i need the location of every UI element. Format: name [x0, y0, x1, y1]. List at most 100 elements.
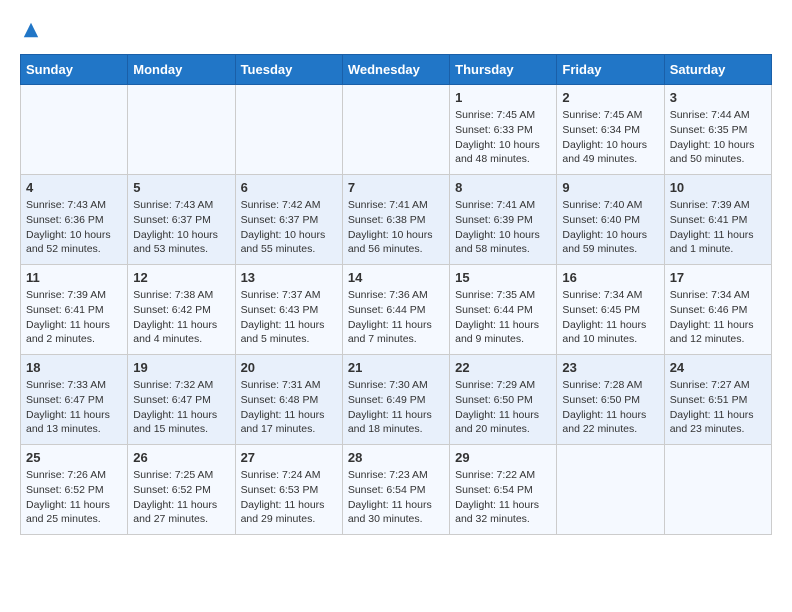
calendar-cell: 22Sunrise: 7:29 AMSunset: 6:50 PMDayligh… — [450, 355, 557, 445]
day-number: 6 — [241, 180, 337, 195]
header-wednesday: Wednesday — [342, 55, 449, 85]
calendar-cell: 16Sunrise: 7:34 AMSunset: 6:45 PMDayligh… — [557, 265, 664, 355]
day-number: 28 — [348, 450, 444, 465]
day-info: Sunrise: 7:34 AMSunset: 6:46 PMDaylight:… — [670, 288, 766, 347]
calendar-cell: 2 Sunrise: 7:45 AMSunset: 6:34 PMDaylight… — [557, 85, 664, 175]
calendar-cell: 8 Sunrise: 7:41 AMSunset: 6:39 PMDaylight… — [450, 175, 557, 265]
day-number: 5 — [133, 180, 229, 195]
page-header — [20, 20, 772, 44]
day-number: 15 — [455, 270, 551, 285]
day-info: Sunrise: 7:25 AMSunset: 6:52 PMDaylight:… — [133, 468, 229, 527]
day-number: 24 — [670, 360, 766, 375]
day-number: 3 — [670, 90, 766, 105]
day-info: Sunrise: 7:24 AMSunset: 6:53 PMDaylight:… — [241, 468, 337, 527]
calendar-cell: 9 Sunrise: 7:40 AMSunset: 6:40 PMDaylight… — [557, 175, 664, 265]
calendar-header: SundayMondayTuesdayWednesdayThursdayFrid… — [21, 55, 772, 85]
calendar-cell: 13 Sunrise: 7:37 AMSunset: 6:43 PMDayligh… — [235, 265, 342, 355]
day-info: Sunrise: 7:28 AMSunset: 6:50 PMDaylight:… — [562, 378, 658, 437]
calendar-cell: 24 Sunrise: 7:27 AMSunset: 6:51 PMDayligh… — [664, 355, 771, 445]
calendar-week-5: 25Sunrise: 7:26 AMSunset: 6:52 PMDayligh… — [21, 445, 772, 535]
header-thursday: Thursday — [450, 55, 557, 85]
day-info: Sunrise: 7:39 AMSunset: 6:41 PMDaylight:… — [26, 288, 122, 347]
day-info: Sunrise: 7:27 AMSunset: 6:51 PMDaylight:… — [670, 378, 766, 437]
calendar-cell: 25Sunrise: 7:26 AMSunset: 6:52 PMDayligh… — [21, 445, 128, 535]
day-info: Sunrise: 7:40 AMSunset: 6:40 PMDaylight:… — [562, 198, 658, 257]
day-number: 12 — [133, 270, 229, 285]
calendar-cell: 23 Sunrise: 7:28 AMSunset: 6:50 PMDayligh… — [557, 355, 664, 445]
day-number: 20 — [241, 360, 337, 375]
day-number: 1 — [455, 90, 551, 105]
calendar-table: SundayMondayTuesdayWednesdayThursdayFrid… — [20, 54, 772, 535]
calendar-cell — [557, 445, 664, 535]
day-number: 18 — [26, 360, 122, 375]
day-number: 25 — [26, 450, 122, 465]
day-number: 14 — [348, 270, 444, 285]
day-number: 4 — [26, 180, 122, 195]
day-info: Sunrise: 7:43 AMSunset: 6:36 PMDaylight:… — [26, 198, 122, 257]
day-number: 10 — [670, 180, 766, 195]
calendar-cell: 6 Sunrise: 7:42 AMSunset: 6:37 PMDaylight… — [235, 175, 342, 265]
header-tuesday: Tuesday — [235, 55, 342, 85]
day-number: 8 — [455, 180, 551, 195]
calendar-cell: 19 Sunrise: 7:32 AMSunset: 6:47 PMDayligh… — [128, 355, 235, 445]
calendar-cell: 20 Sunrise: 7:31 AMSunset: 6:48 PMDayligh… — [235, 355, 342, 445]
calendar-cell — [128, 85, 235, 175]
day-info: Sunrise: 7:31 AMSunset: 6:48 PMDaylight:… — [241, 378, 337, 437]
day-info: Sunrise: 7:39 AMSunset: 6:41 PMDaylight:… — [670, 198, 766, 257]
calendar-cell — [342, 85, 449, 175]
calendar-cell: 28 Sunrise: 7:23 AMSunset: 6:54 PMDayligh… — [342, 445, 449, 535]
day-number: 7 — [348, 180, 444, 195]
calendar-cell: 26 Sunrise: 7:25 AMSunset: 6:52 PMDayligh… — [128, 445, 235, 535]
calendar-cell: 27 Sunrise: 7:24 AMSunset: 6:53 PMDayligh… — [235, 445, 342, 535]
calendar-week-1: 1 Sunrise: 7:45 AMSunset: 6:33 PMDaylight… — [21, 85, 772, 175]
day-info: Sunrise: 7:30 AMSunset: 6:49 PMDaylight:… — [348, 378, 444, 437]
day-number: 19 — [133, 360, 229, 375]
day-info: Sunrise: 7:45 AMSunset: 6:34 PMDaylight:… — [562, 108, 658, 167]
day-info: Sunrise: 7:42 AMSunset: 6:37 PMDaylight:… — [241, 198, 337, 257]
header-row: SundayMondayTuesdayWednesdayThursdayFrid… — [21, 55, 772, 85]
day-info: Sunrise: 7:44 AMSunset: 6:35 PMDaylight:… — [670, 108, 766, 167]
day-number: 26 — [133, 450, 229, 465]
day-info: Sunrise: 7:22 AMSunset: 6:54 PMDaylight:… — [455, 468, 551, 527]
calendar-cell: 18 Sunrise: 7:33 AMSunset: 6:47 PMDayligh… — [21, 355, 128, 445]
day-info: Sunrise: 7:37 AMSunset: 6:43 PMDaylight:… — [241, 288, 337, 347]
day-number: 17 — [670, 270, 766, 285]
day-info: Sunrise: 7:34 AMSunset: 6:45 PMDaylight:… — [562, 288, 658, 347]
header-saturday: Saturday — [664, 55, 771, 85]
calendar-cell: 15 Sunrise: 7:35 AMSunset: 6:44 PMDayligh… — [450, 265, 557, 355]
day-info: Sunrise: 7:32 AMSunset: 6:47 PMDaylight:… — [133, 378, 229, 437]
calendar-week-2: 4 Sunrise: 7:43 AMSunset: 6:36 PMDaylight… — [21, 175, 772, 265]
calendar-cell: 1 Sunrise: 7:45 AMSunset: 6:33 PMDaylight… — [450, 85, 557, 175]
day-info: Sunrise: 7:33 AMSunset: 6:47 PMDaylight:… — [26, 378, 122, 437]
calendar-cell: 21 Sunrise: 7:30 AMSunset: 6:49 PMDayligh… — [342, 355, 449, 445]
calendar-cell: 7 Sunrise: 7:41 AMSunset: 6:38 PMDaylight… — [342, 175, 449, 265]
logo — [20, 20, 40, 44]
day-info: Sunrise: 7:29 AMSunset: 6:50 PMDaylight:… — [455, 378, 551, 437]
day-number: 9 — [562, 180, 658, 195]
calendar-cell: 12Sunrise: 7:38 AMSunset: 6:42 PMDayligh… — [128, 265, 235, 355]
day-number: 21 — [348, 360, 444, 375]
day-number: 27 — [241, 450, 337, 465]
logo-icon — [22, 21, 40, 39]
day-number: 11 — [26, 270, 122, 285]
day-info: Sunrise: 7:23 AMSunset: 6:54 PMDaylight:… — [348, 468, 444, 527]
day-number: 23 — [562, 360, 658, 375]
day-number: 13 — [241, 270, 337, 285]
header-sunday: Sunday — [21, 55, 128, 85]
day-info: Sunrise: 7:41 AMSunset: 6:38 PMDaylight:… — [348, 198, 444, 257]
calendar-cell: 4 Sunrise: 7:43 AMSunset: 6:36 PMDaylight… — [21, 175, 128, 265]
day-info: Sunrise: 7:45 AMSunset: 6:33 PMDaylight:… — [455, 108, 551, 167]
day-info: Sunrise: 7:35 AMSunset: 6:44 PMDaylight:… — [455, 288, 551, 347]
calendar-cell: 29Sunrise: 7:22 AMSunset: 6:54 PMDayligh… — [450, 445, 557, 535]
calendar-cell: 11 Sunrise: 7:39 AMSunset: 6:41 PMDayligh… — [21, 265, 128, 355]
calendar-body: 1 Sunrise: 7:45 AMSunset: 6:33 PMDaylight… — [21, 85, 772, 535]
calendar-cell — [21, 85, 128, 175]
calendar-cell: 3 Sunrise: 7:44 AMSunset: 6:35 PMDaylight… — [664, 85, 771, 175]
day-info: Sunrise: 7:41 AMSunset: 6:39 PMDaylight:… — [455, 198, 551, 257]
day-number: 2 — [562, 90, 658, 105]
calendar-cell — [664, 445, 771, 535]
calendar-cell: 14 Sunrise: 7:36 AMSunset: 6:44 PMDayligh… — [342, 265, 449, 355]
day-info: Sunrise: 7:36 AMSunset: 6:44 PMDaylight:… — [348, 288, 444, 347]
calendar-week-4: 18 Sunrise: 7:33 AMSunset: 6:47 PMDayligh… — [21, 355, 772, 445]
calendar-cell — [235, 85, 342, 175]
